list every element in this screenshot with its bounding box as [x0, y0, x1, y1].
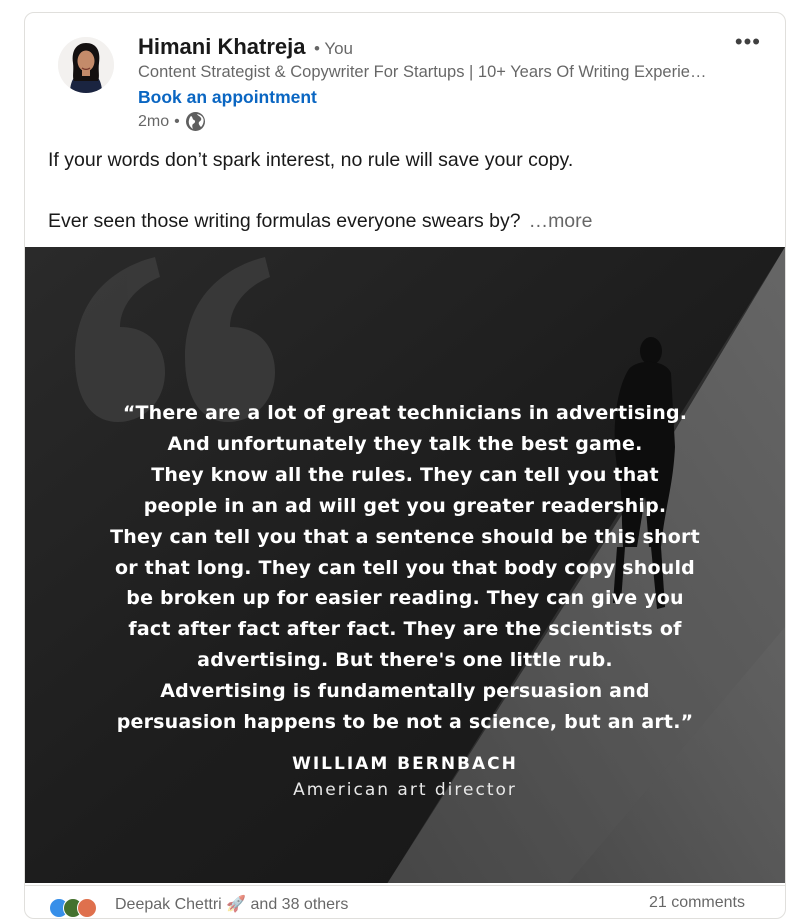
social-counts-bar: Deepak Chettri 🚀 and 38 others 21 commen… — [25, 885, 785, 918]
author-name-row: Himani Khatreja • You — [138, 34, 353, 60]
post-text-line-2-content: Ever seen those writing formulas everyon… — [48, 210, 521, 232]
reaction-icons[interactable] — [49, 898, 109, 918]
quote-line: persuasion happens to be not a science, … — [116, 711, 694, 734]
more-options-icon[interactable]: ••• — [735, 31, 761, 53]
post-text-line-2: Ever seen those writing formulas everyon… — [48, 210, 593, 233]
book-appointment-link[interactable]: Book an appointment — [138, 87, 317, 108]
connection-degree: • You — [313, 39, 354, 58]
love-icon — [77, 898, 97, 918]
comments-count[interactable]: 21 comments — [649, 894, 745, 912]
reactions-count[interactable]: Deepak Chettri 🚀 and 38 others — [115, 894, 348, 914]
quote-text: “There are a lot of great technicians in… — [25, 398, 785, 738]
meta-separator: • — [174, 112, 180, 130]
author-headline: Content Strategist & Copywriter For Star… — [138, 63, 708, 81]
quote-line: be broken up for easier reading. They ca… — [126, 587, 684, 610]
quote-author: WILLIAM BERNBACH — [292, 754, 518, 774]
quote-line: or that long. They can tell you that bod… — [115, 556, 695, 579]
author-name[interactable]: Himani Khatreja — [138, 34, 306, 59]
globe-icon — [185, 111, 206, 132]
quote-line: They know all the rules. They can tell y… — [151, 463, 659, 486]
quote-line: fact after fact after fact. They are the… — [128, 618, 682, 641]
post-image[interactable]: “There are a lot of great technicians in… — [25, 247, 785, 883]
post-text-line-1: If your words don’t spark interest, no r… — [48, 149, 574, 171]
quote-line: advertising. But there's one little rub. — [197, 649, 613, 672]
post-time: 2mo — [138, 112, 170, 130]
quote-line: “There are a lot of great technicians in… — [122, 402, 688, 424]
avatar-image — [58, 37, 114, 93]
quote-line: people in an ad will get you greater rea… — [143, 494, 667, 517]
author-avatar[interactable] — [58, 37, 114, 93]
quote-author-role: American art director — [293, 780, 517, 800]
see-more-button[interactable]: …more — [529, 210, 593, 232]
post-card: Himani Khatreja • You Content Strategist… — [24, 12, 786, 919]
post-meta: 2mo • — [138, 111, 206, 132]
quote-line: Advertising is fundamentally persuasion … — [160, 680, 650, 703]
quote-line: They can tell you that a sentence should… — [110, 525, 700, 548]
quote-line: And unfortunately they talk the best gam… — [167, 432, 643, 455]
